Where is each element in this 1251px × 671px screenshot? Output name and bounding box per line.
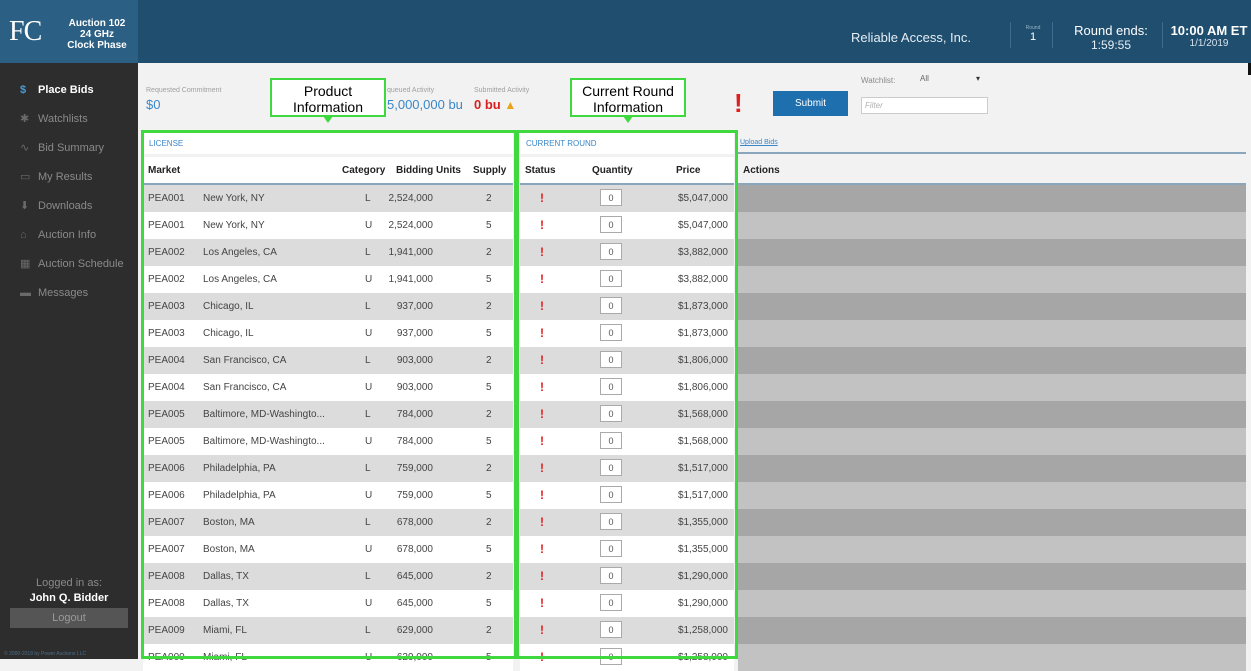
actions-cell bbox=[738, 428, 1246, 455]
actions-cell bbox=[738, 590, 1246, 617]
dollar-icon: $ bbox=[20, 83, 27, 96]
product-callout-text: Product Information bbox=[292, 83, 364, 115]
auction-title: Auction 102 24 GHz Clock Phase bbox=[62, 18, 132, 51]
message-icon: ▬ bbox=[20, 286, 31, 299]
activity-icon: ∿ bbox=[20, 142, 30, 154]
product-information-highlight bbox=[141, 130, 517, 659]
requested-commitment-value: $0 bbox=[146, 97, 161, 112]
caret-down-icon: ▾ bbox=[976, 74, 981, 83]
actions-divider bbox=[738, 152, 1246, 154]
current-round-highlight bbox=[516, 130, 738, 659]
actions-cell bbox=[738, 563, 1246, 590]
watchlist-value: All bbox=[920, 74, 929, 83]
actions-cell bbox=[738, 266, 1246, 293]
sidebar-item-auction-schedule[interactable]: ▦ Auction Schedule bbox=[0, 249, 138, 278]
divider bbox=[1010, 22, 1011, 48]
sidebar-item-auction-info[interactable]: ⌂ Auction Info bbox=[0, 220, 138, 249]
actions-cell bbox=[738, 374, 1246, 401]
auction-band: 24 GHz bbox=[80, 29, 114, 40]
time-date: 1/1/2019 bbox=[1189, 38, 1229, 49]
callout-pointer bbox=[323, 116, 333, 123]
results-icon: ▭ bbox=[20, 171, 31, 183]
sidebar-item-place-bids[interactable]: $ Place Bids bbox=[0, 75, 138, 104]
actions-cell bbox=[738, 347, 1246, 374]
sidebar-item-downloads[interactable]: ⬇ Downloads bbox=[0, 191, 138, 220]
sidebar-item-watchlists[interactable]: ✱ Watchlists bbox=[0, 104, 138, 133]
fcc-logo: FC bbox=[9, 16, 42, 47]
sidebar-item-label: Bid Summary bbox=[38, 141, 105, 154]
auction-name: Auction 102 bbox=[68, 18, 126, 29]
round-ends-label: Round ends: bbox=[1074, 23, 1148, 38]
brand-block: FC Auction 102 24 GHz Clock Phase bbox=[0, 0, 138, 63]
round-indicator: Round 1 bbox=[1022, 25, 1044, 43]
logged-in-label: Logged in as: bbox=[35, 577, 103, 589]
current-round-callout: Current Round Information bbox=[570, 78, 686, 123]
actions-cell bbox=[738, 320, 1246, 347]
copyright: © 2000-2018 by Power Auctions LLC bbox=[4, 651, 87, 657]
actions-cell bbox=[738, 185, 1246, 212]
submitted-activity: 0 bu ▲ bbox=[474, 97, 516, 112]
user-name: John Q. Bidder bbox=[29, 592, 109, 604]
product-information-callout: Product Information bbox=[270, 78, 386, 123]
requested-commitment-label: Requested Commitment bbox=[146, 87, 222, 94]
callout-pointer bbox=[623, 116, 633, 123]
watchlist-label: Watchlist: bbox=[861, 76, 896, 85]
alert-icon: ! bbox=[734, 88, 743, 118]
actions-cell bbox=[738, 509, 1246, 536]
actions-cell bbox=[738, 482, 1246, 509]
actions-cell bbox=[738, 239, 1246, 266]
queued-activity-label: queued Activity bbox=[387, 87, 435, 94]
actions-cell bbox=[738, 617, 1246, 644]
asterisk-icon: ✱ bbox=[20, 113, 30, 125]
watchlist-select[interactable]: All ▾ bbox=[920, 74, 990, 88]
submit-button[interactable]: Submit bbox=[773, 91, 848, 116]
actions-cell bbox=[738, 212, 1246, 239]
submitted-activity-value: 0 bu bbox=[474, 97, 501, 112]
filter-input[interactable]: Filter bbox=[861, 97, 988, 114]
sidebar-item-label: Watchlists bbox=[38, 112, 88, 125]
company-name: Reliable Access, Inc. bbox=[851, 30, 971, 45]
auction-phase: Clock Phase bbox=[67, 40, 127, 51]
warning-icon: ▲ bbox=[504, 98, 517, 112]
actions-header-row: Actions bbox=[738, 157, 1246, 184]
divider bbox=[1162, 22, 1163, 48]
upload-bids-link[interactable]: Upload Bids bbox=[740, 139, 778, 146]
sidebar-item-label: Messages bbox=[38, 286, 89, 299]
round-ends-countdown: 1:59:55 bbox=[1090, 38, 1132, 52]
divider bbox=[1052, 22, 1053, 48]
sidebar-item-label: Auction Info bbox=[38, 228, 97, 241]
sidebar-item-label: Downloads bbox=[38, 199, 93, 212]
actions-cell bbox=[738, 401, 1246, 428]
actions-cell bbox=[738, 644, 1246, 671]
sidebar-item-bid-summary[interactable]: ∿ Bid Summary bbox=[0, 133, 138, 162]
submitted-activity-label: Submitted Activity bbox=[474, 87, 530, 94]
download-icon: ⬇ bbox=[20, 200, 30, 212]
top-bar: FC Auction 102 24 GHz Clock Phase Reliab… bbox=[0, 0, 1251, 63]
sidebar-item-messages[interactable]: ▬ Messages bbox=[0, 278, 138, 307]
current-time: 10:00 AM ET 1/1/2019 bbox=[1167, 23, 1251, 49]
calendar-icon: ▦ bbox=[20, 258, 31, 270]
column-header-actions: Actions bbox=[743, 165, 780, 176]
home-icon: ⌂ bbox=[20, 228, 27, 241]
current-callout-text: Current Round Information bbox=[582, 83, 674, 115]
round-ends: Round ends: 1:59:55 bbox=[1064, 23, 1158, 52]
time-label: 10:00 AM ET bbox=[1170, 23, 1248, 38]
round-value: 1 bbox=[1029, 31, 1037, 43]
sidebar-item-label: Auction Schedule bbox=[38, 257, 124, 270]
sidebar-item-label: My Results bbox=[38, 170, 93, 183]
logout-button[interactable]: Logout bbox=[10, 608, 128, 628]
sidebar-item-my-results[interactable]: ▭ My Results bbox=[0, 162, 138, 191]
sidebar-item-label: Place Bids bbox=[38, 83, 94, 96]
actions-cell bbox=[738, 455, 1246, 482]
queued-activity-value: 5,000,000 bu bbox=[387, 97, 463, 112]
actions-cell bbox=[738, 293, 1246, 320]
sidebar: $ Place Bids ✱ Watchlists ∿ Bid Summary … bbox=[0, 63, 138, 659]
actions-cell bbox=[738, 536, 1246, 563]
